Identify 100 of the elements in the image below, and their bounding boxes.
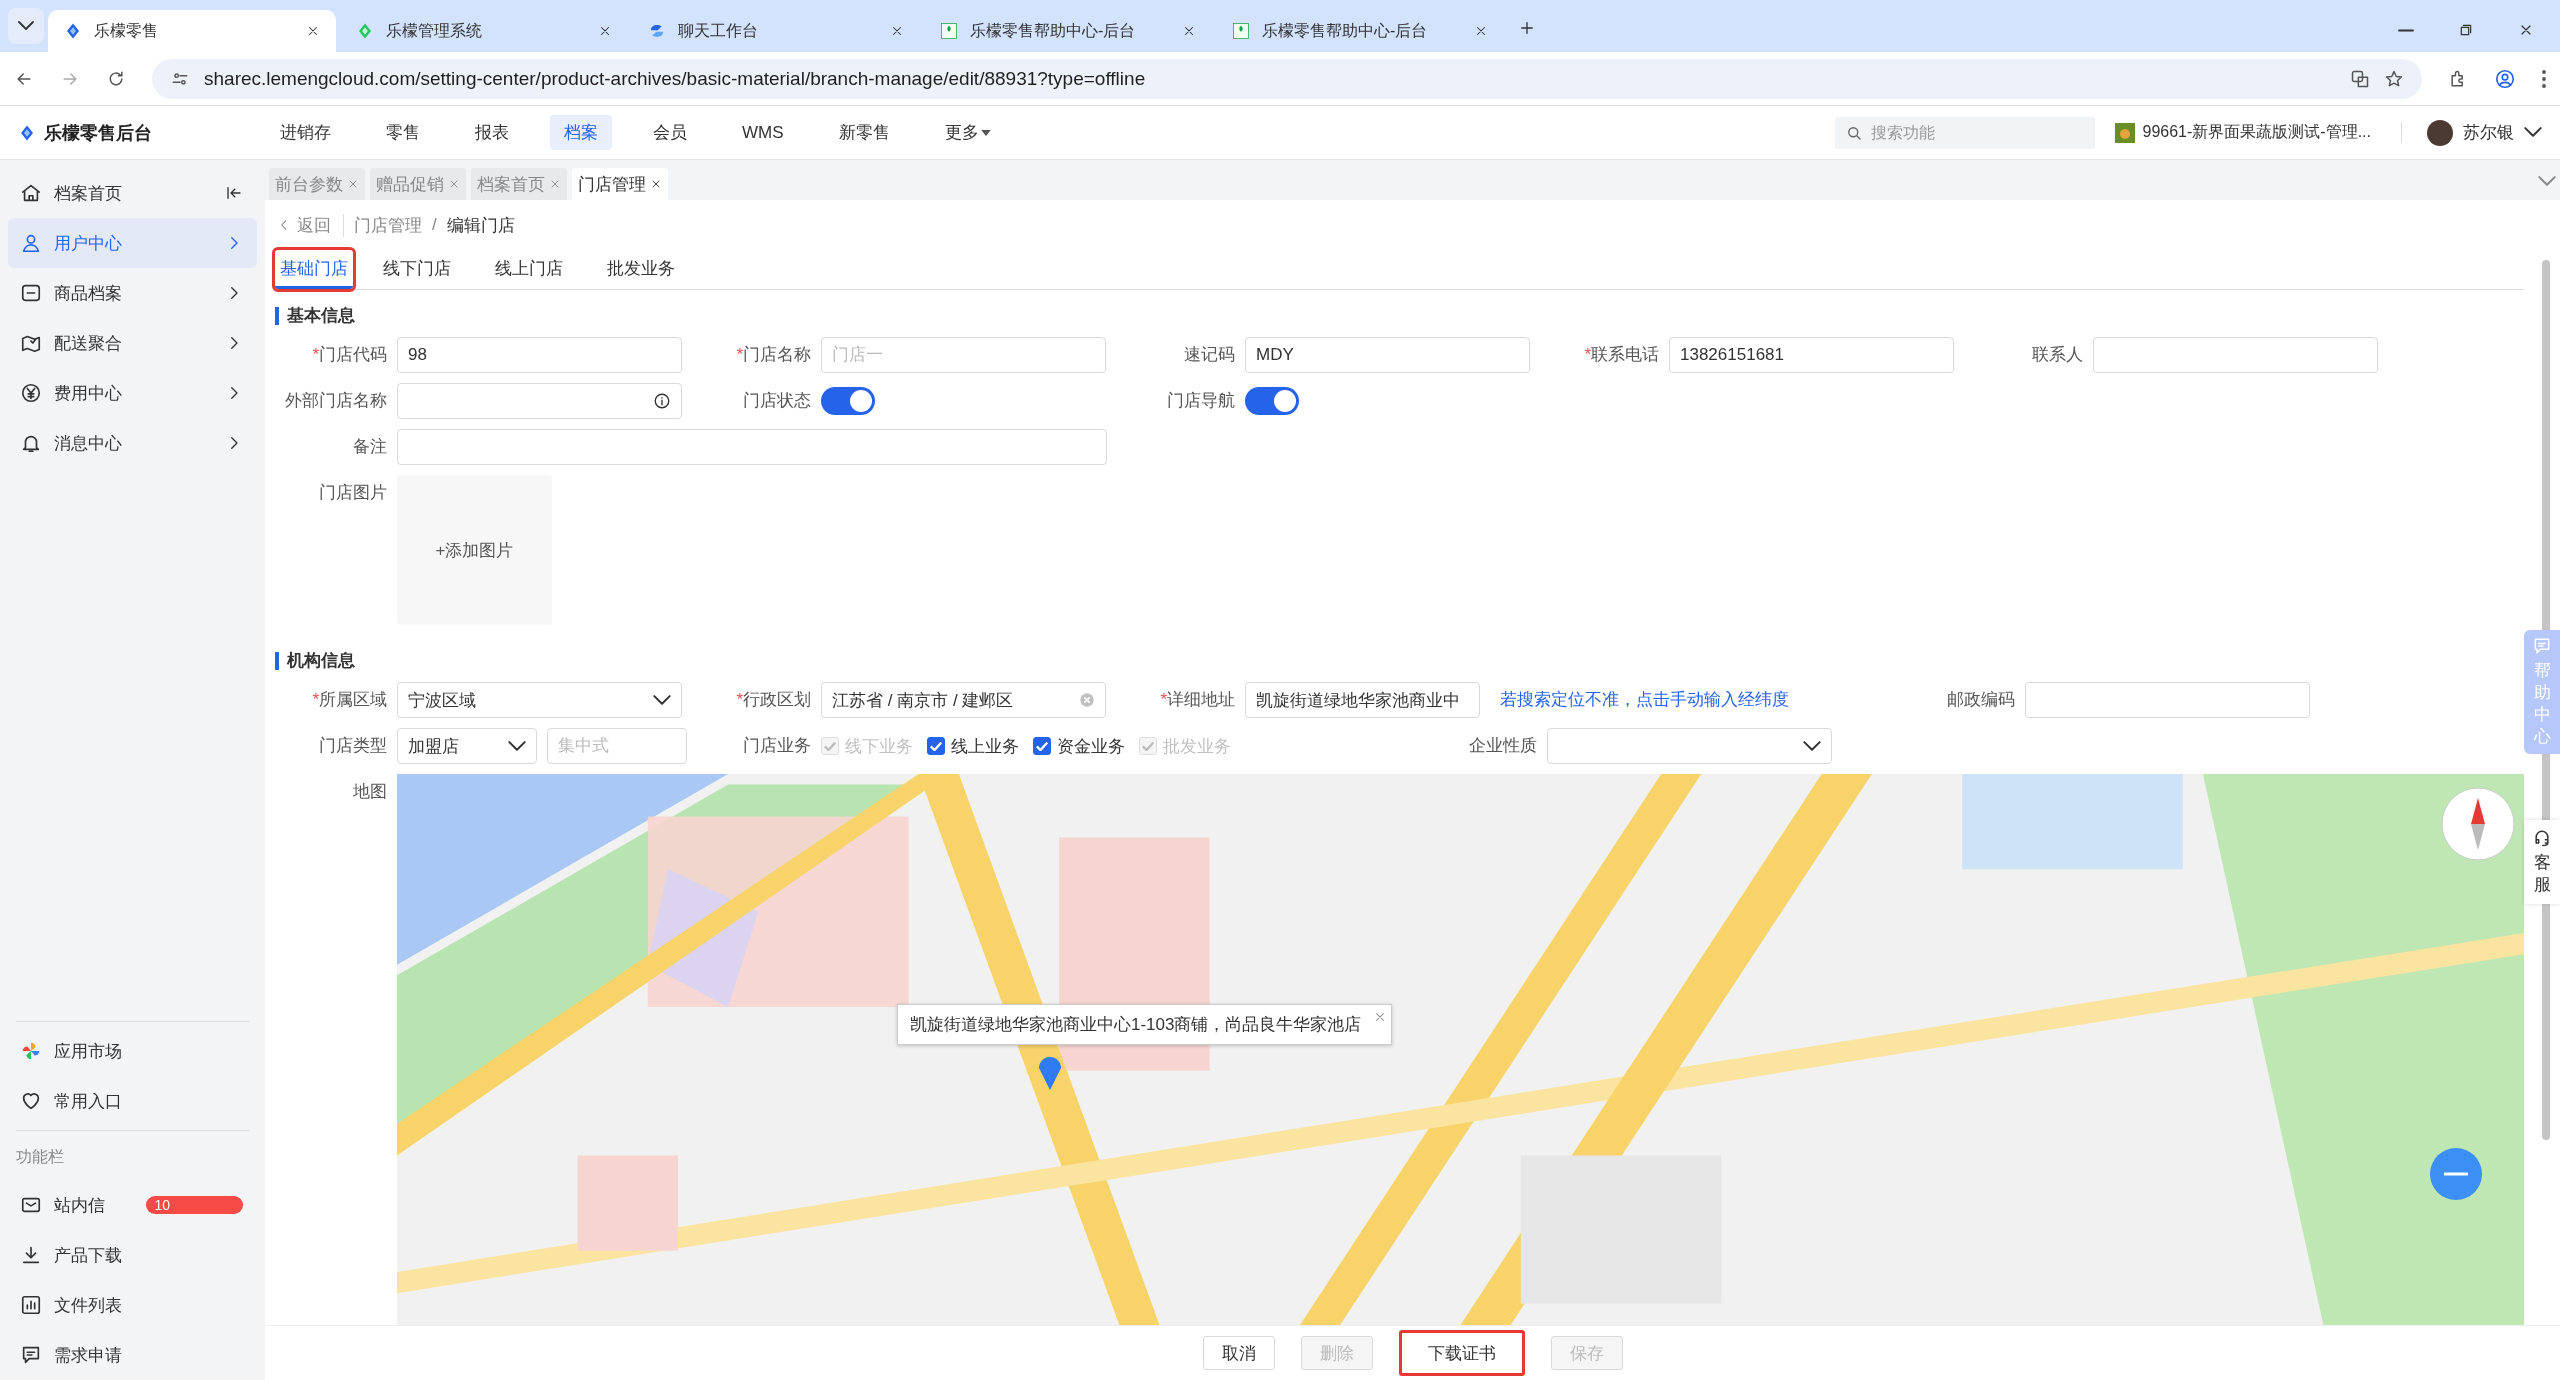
sidebar-item[interactable]: 用户中心 bbox=[8, 218, 257, 268]
browser-tab[interactable]: 聊天工作台 bbox=[632, 10, 920, 52]
select-field[interactable] bbox=[1547, 728, 1832, 764]
text-field[interactable]: MDY bbox=[1245, 337, 1530, 373]
sidebar-item[interactable]: 常用入口 bbox=[8, 1076, 257, 1126]
box-icon bbox=[20, 282, 42, 304]
region-select-field[interactable]: 江苏省 / 南京市 / 建邺区 bbox=[821, 682, 1106, 718]
nav-item[interactable]: 档案 bbox=[550, 115, 612, 150]
action-button[interactable]: 取消 bbox=[1202, 1336, 1275, 1370]
customer-service-tab[interactable]: 客服 bbox=[2524, 820, 2560, 905]
logo-icon bbox=[18, 123, 36, 142]
toggle-switch[interactable] bbox=[1245, 387, 1299, 415]
section-label: 功能栏 bbox=[15, 1147, 65, 1167]
field-label: 企业性质 bbox=[1468, 735, 1537, 757]
caret-icon bbox=[980, 129, 991, 136]
field-label: *所属区域 bbox=[311, 689, 387, 711]
sidebar-item[interactable]: 站内信 10 bbox=[8, 1180, 257, 1230]
user-icon bbox=[20, 232, 42, 254]
yen-icon bbox=[20, 382, 42, 404]
home-icon bbox=[20, 182, 42, 204]
check-icon bbox=[1036, 741, 1048, 751]
form-tab[interactable]: 基础门店 bbox=[275, 250, 353, 289]
text-field[interactable]: 98 bbox=[397, 337, 682, 373]
field-label: 门店导航 bbox=[1166, 390, 1235, 412]
sidebar-item[interactable]: 费用中心 bbox=[8, 368, 257, 418]
text-field[interactable]: 门店一 bbox=[821, 337, 1106, 373]
lemon-logo-icon bbox=[940, 22, 958, 40]
app-title: 乐檬零售后台 bbox=[44, 121, 152, 145]
info-icon bbox=[653, 392, 671, 410]
toggle-switch[interactable] bbox=[821, 387, 875, 415]
nav-menu[interactable]: 更多 bbox=[930, 115, 1005, 150]
action-button[interactable]: 下载证书 bbox=[1398, 1330, 1525, 1376]
text-field[interactable] bbox=[2025, 682, 2310, 718]
add-image-button[interactable]: +添加图片 bbox=[397, 475, 552, 625]
browser-tab[interactable]: 乐檬零售帮助中心-后台 bbox=[924, 10, 1212, 52]
chevron-down-icon bbox=[653, 694, 671, 706]
field-label: 备注 bbox=[352, 436, 387, 458]
form-tab[interactable]: 线下门店 bbox=[383, 250, 465, 289]
sidebar-item[interactable]: 商品档案 bbox=[8, 268, 257, 318]
download-icon bbox=[20, 1244, 42, 1266]
nav-item[interactable]: 会员 bbox=[639, 115, 701, 150]
remark-field[interactable] bbox=[397, 429, 1107, 465]
sidebar-item[interactable]: 产品下载 bbox=[8, 1230, 257, 1280]
chevron-down-icon bbox=[2524, 127, 2542, 138]
headset-icon bbox=[2532, 828, 2552, 848]
location-pin-icon bbox=[1037, 1056, 1063, 1090]
sidebar-item[interactable]: 文件列表 bbox=[8, 1280, 257, 1330]
address-field[interactable]: 凯旋街道绿地华家池商业中 bbox=[1245, 682, 1480, 718]
map-info-popup: 凯旋街道绿地华家池商业中心1-103商铺，尚品良牛华家池店 bbox=[897, 1004, 1393, 1045]
avatar[interactable] bbox=[2427, 119, 2453, 146]
manual-coordinates-link[interactable]: 若搜索定位不准，点击手动输入经纬度 bbox=[1500, 682, 1789, 718]
chart-icon bbox=[20, 1294, 42, 1316]
browser-tab[interactable]: 乐檬零售帮助中心-后台 bbox=[1216, 10, 1504, 52]
search-field[interactable]: 搜索功能 bbox=[1834, 116, 2095, 149]
locate-button-icon[interactable] bbox=[2428, 1146, 2484, 1202]
chevron-down-icon bbox=[2538, 176, 2556, 187]
close-icon bbox=[890, 24, 904, 38]
store-name[interactable]: 99661-新界面果蔬版测试-管理... bbox=[2142, 122, 2371, 143]
field-label: *详细地址 bbox=[1159, 689, 1235, 711]
text-field[interactable] bbox=[2093, 337, 2378, 373]
address-bar[interactable]: sharec.lemengcloud.com/setting-center/product-archives/basic-material/branch-manage/edit/88931?type=offline bbox=[152, 58, 2422, 99]
close-icon bbox=[598, 24, 612, 38]
field-label: 邮政编码 bbox=[1946, 689, 2015, 711]
nav-item[interactable]: 新零售 bbox=[824, 115, 904, 150]
breadcrumb-item[interactable]: 门店管理 bbox=[354, 213, 422, 237]
field-label: *门店名称 bbox=[735, 344, 811, 366]
form-tab[interactable]: 线上门店 bbox=[495, 250, 577, 289]
sidebar-item[interactable]: 需求申请 bbox=[8, 1330, 257, 1380]
select-field[interactable]: 加盟店 bbox=[397, 728, 537, 764]
browser-tab[interactable]: 乐檬零售 bbox=[48, 10, 336, 52]
user-name[interactable]: 苏尔银 bbox=[2463, 121, 2514, 144]
compass-icon[interactable] bbox=[2438, 784, 2518, 864]
breadcrumb-item: 编辑门店 bbox=[446, 214, 515, 237]
close-icon bbox=[448, 178, 460, 190]
field-label: 速记码 bbox=[1183, 344, 1235, 366]
browser-tab[interactable]: 乐檬管理系统 bbox=[340, 10, 628, 52]
text-field[interactable]: 13826151681 bbox=[1669, 337, 1954, 373]
field-label: *行政区划 bbox=[735, 689, 811, 711]
sidebar-item[interactable]: 消息中心 bbox=[8, 418, 257, 468]
sidebar-item[interactable]: 应用市场 bbox=[8, 1026, 257, 1076]
sidebar-item[interactable]: 配送聚合 bbox=[8, 318, 257, 368]
sidebar-item[interactable]: 档案首页 bbox=[8, 168, 257, 218]
form-tab[interactable]: 批发业务 bbox=[607, 250, 689, 289]
section-title: 机构信息 bbox=[275, 649, 2524, 672]
nav-item[interactable]: 报表 bbox=[461, 115, 523, 150]
pinwheel-icon bbox=[20, 1040, 42, 1062]
select-field[interactable]: 宁波区域 bbox=[397, 682, 682, 718]
close-icon bbox=[347, 178, 359, 190]
breadcrumb-separator: / bbox=[432, 215, 437, 235]
checkbox-option[interactable]: 资金业务 bbox=[1033, 734, 1125, 758]
text-field[interactable] bbox=[397, 383, 682, 419]
page-tab[interactable]: 门店管理 bbox=[572, 168, 668, 200]
nav-item[interactable]: WMS bbox=[728, 116, 798, 149]
checkbox-option[interactable]: 线上业务 bbox=[927, 734, 1019, 758]
back-link[interactable]: 返回 bbox=[277, 213, 344, 237]
nav-item[interactable]: 进销存 bbox=[266, 115, 345, 150]
collapse-icon bbox=[225, 184, 243, 202]
minimize-icon bbox=[2398, 28, 2414, 32]
nav-item[interactable]: 零售 bbox=[372, 115, 434, 150]
text-field[interactable]: 集中式 bbox=[547, 728, 687, 764]
